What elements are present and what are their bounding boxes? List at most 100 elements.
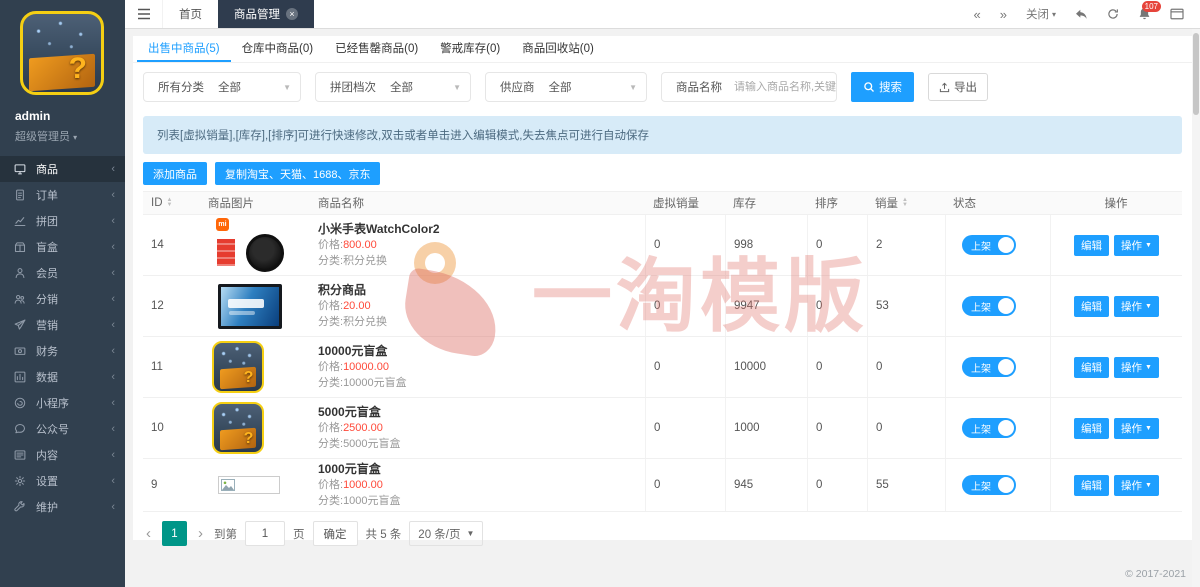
tab-home[interactable]: 首页 [163,0,218,28]
sidebar-item[interactable]: 会员 ‹ [0,260,125,286]
chevron-down-icon: ▼ [1145,424,1152,432]
cell-virtual-sales[interactable]: 0 [645,459,725,511]
export-button[interactable]: 导出 [928,73,988,101]
refresh-icon[interactable] [1107,8,1119,20]
chevron-left-icon: ‹ [111,215,115,227]
cell-virtual-sales[interactable]: 0 [645,398,725,458]
page-scrollbar[interactable] [1192,29,1200,587]
xiaomi-logo-icon: mi [216,218,229,231]
cell-stock[interactable]: 945 [725,459,807,511]
product-tab[interactable]: 已经售罄商品(0) [324,36,429,62]
cell-stock[interactable]: 9947 [725,276,807,336]
role-dropdown[interactable]: 超级管理员 ▾ [0,123,125,156]
chevron-left-icon: ‹ [111,449,115,461]
more-actions-button[interactable]: 操作 ▼ [1114,474,1159,496]
sidebar-item[interactable]: 设置 ‹ [0,468,125,494]
status-toggle[interactable]: 上架 [962,235,1016,255]
product-tab[interactable]: 仓库中商品(0) [231,36,325,62]
cell-stock[interactable]: 10000 [725,337,807,397]
supplier-select[interactable]: 供应商 全部 ▼ [485,72,647,102]
sidebar-item[interactable]: 小程序 ‹ [0,390,125,416]
chevron-left-icon: ‹ [111,319,115,331]
add-product-button[interactable]: 添加商品 [143,162,207,185]
header-id[interactable]: ID ▲ ▼ [143,192,200,214]
hamburger-menu-icon[interactable] [125,0,163,28]
tab-product-management[interactable]: 商品管理 × [218,0,314,28]
per-page-select[interactable]: 20 条/页 ▼ [409,521,484,546]
content-icon [14,449,28,461]
groupbuy-chart-icon [14,215,28,227]
cell-virtual-sales[interactable]: 0 [645,215,725,275]
sidebar-item[interactable]: 财务 ‹ [0,338,125,364]
search-button[interactable]: 搜索 [851,72,914,102]
product-tab[interactable]: 出售中商品(5) [137,36,231,62]
product-image-cell [200,459,310,511]
product-category: 分类:积分兑换 [318,255,388,267]
category-select[interactable]: 所有分类 全部 ▼ [143,72,301,102]
chevron-down-icon: ▼ [466,529,475,538]
prev-page-button[interactable]: ‹ [143,525,154,542]
avatar[interactable]: ? [20,11,104,95]
cell-id: 12 [151,300,164,312]
goto-page-input[interactable] [245,521,285,546]
product-image [212,233,294,273]
cell-sales: 2 [867,215,945,275]
table-row: 14 mi 小米手表WatchColor2 价格:800.00 分类:积分兑换 … [143,215,1182,276]
sidebar-item[interactable]: 拼团 ‹ [0,208,125,234]
sidebar-item[interactable]: 订单 ‹ [0,182,125,208]
more-actions-button[interactable]: 操作 ▼ [1114,234,1159,256]
status-toggle[interactable]: 上架 [962,475,1016,495]
sidebar-item[interactable]: 盲盒 ‹ [0,234,125,260]
scroll-tabs-left-icon[interactable]: « [974,7,981,22]
status-toggle[interactable]: 上架 [962,418,1016,438]
edit-button[interactable]: 编辑 [1074,417,1110,439]
fullscreen-icon[interactable] [1170,8,1184,20]
edit-button[interactable]: 编辑 [1074,234,1110,256]
close-icon[interactable]: × [286,8,298,20]
edit-button[interactable]: 编辑 [1074,356,1110,378]
product-name-input[interactable] [734,81,836,93]
status-toggle[interactable]: 上架 [962,357,1016,377]
product-tab[interactable]: 商品回收站(0) [511,36,605,62]
chevron-left-icon: ‹ [111,475,115,487]
cell-stock[interactable]: 998 [725,215,807,275]
sidebar-item[interactable]: 营销 ‹ [0,312,125,338]
next-page-button[interactable]: › [195,525,206,542]
edit-button[interactable]: 编辑 [1074,295,1110,317]
edit-button[interactable]: 编辑 [1074,474,1110,496]
more-actions-button[interactable]: 操作 ▼ [1114,295,1159,317]
copy-product-button[interactable]: 复制淘宝、天猫、1688、京东 [215,162,381,185]
cell-sort[interactable]: 0 [807,398,867,458]
sidebar-item[interactable]: 数据 ‹ [0,364,125,390]
product-price: 价格:2500.00 [318,422,383,434]
cell-virtual-sales[interactable]: 0 [645,276,725,336]
product-category: 分类:1000元盲盒 [318,495,401,507]
back-icon[interactable] [1075,9,1088,20]
groupbuy-tier-select[interactable]: 拼团档次 全部 ▼ [315,72,471,102]
current-page-button[interactable]: 1 [162,521,187,546]
scroll-tabs-right-icon[interactable]: » [1000,7,1007,22]
sidebar-item[interactable]: 商品 ‹ [0,156,125,182]
header-sales[interactable]: 销量 ▲ ▼ [867,192,945,214]
more-actions-button[interactable]: 操作 ▼ [1114,356,1159,378]
product-tab[interactable]: 警戒库存(0) [429,36,511,62]
cell-sort[interactable]: 0 [807,459,867,511]
status-toggle[interactable]: 上架 [962,296,1016,316]
goto-confirm-button[interactable]: 确定 [312,521,358,546]
cell-sort[interactable]: 0 [807,215,867,275]
search-icon [864,82,874,92]
info-banner: 列表[虚拟销量],[库存],[排序]可进行快速修改,双击或者单击进入编辑模式,失… [143,116,1182,154]
cell-virtual-sales[interactable]: 0 [645,337,725,397]
cell-sort[interactable]: 0 [807,276,867,336]
scrollbar-thumb[interactable] [1193,33,1199,115]
close-tabs-dropdown[interactable]: 关闭 ▾ [1026,6,1056,22]
cell-sort[interactable]: 0 [807,337,867,397]
cell-sales: 0 [867,398,945,458]
sidebar-item[interactable]: 分销 ‹ [0,286,125,312]
sidebar-item[interactable]: 公众号 ‹ [0,416,125,442]
cell-stock[interactable]: 1000 [725,398,807,458]
sidebar-item[interactable]: 维护 ‹ [0,494,125,520]
more-actions-button[interactable]: 操作 ▼ [1114,417,1159,439]
notifications-bell-icon[interactable]: 107 [1138,1,1161,21]
sidebar-item[interactable]: 内容 ‹ [0,442,125,468]
